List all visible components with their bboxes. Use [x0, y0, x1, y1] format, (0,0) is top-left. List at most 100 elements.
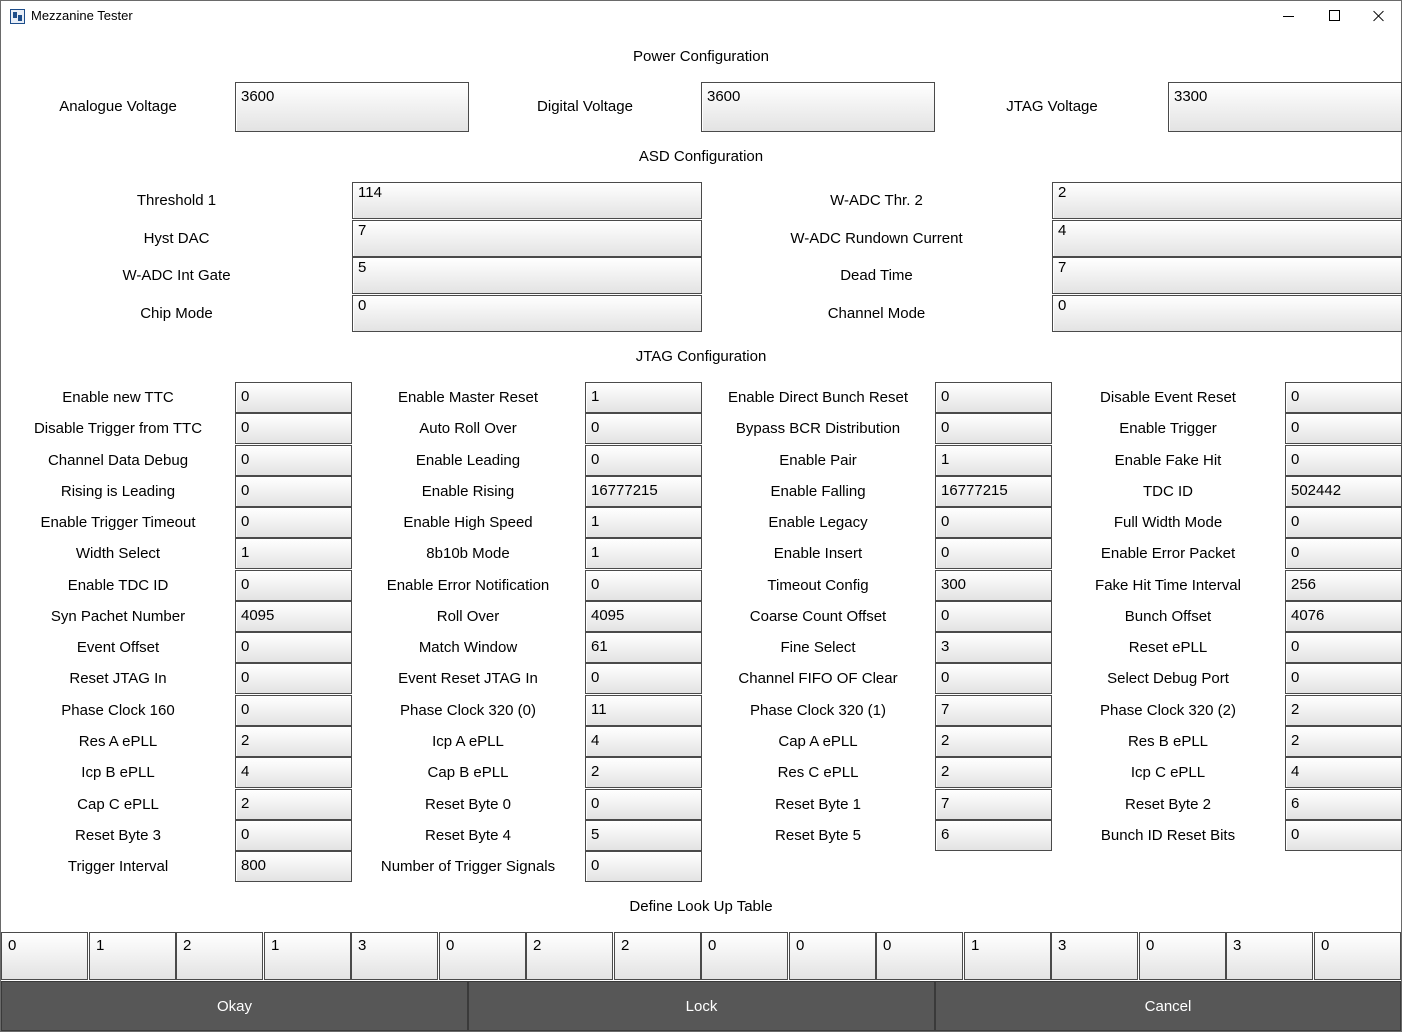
jtag-field[interactable]: 4 — [585, 726, 702, 757]
maximize-icon[interactable] — [1311, 1, 1357, 31]
jtag-field[interactable]: 0 — [1285, 632, 1402, 663]
jtag-field[interactable]: 1 — [585, 538, 702, 569]
jtag-label: Cap B ePLL — [427, 764, 509, 781]
asd-field[interactable]: 2 — [1052, 182, 1402, 219]
jtag-field[interactable]: 0 — [235, 570, 352, 601]
lut-cell[interactable]: 0 — [439, 932, 526, 980]
jtag-field[interactable]: 0 — [235, 413, 352, 444]
jtag-field[interactable]: 502442 — [1285, 476, 1402, 507]
asd-field[interactable]: 5 — [352, 257, 702, 294]
lut-cell[interactable]: 0 — [1314, 932, 1401, 980]
lut-cell[interactable]: 3 — [1226, 932, 1313, 980]
lut-cell[interactable]: 0 — [1, 932, 88, 980]
lut-cell[interactable]: 1 — [264, 932, 351, 980]
asd-field[interactable]: 7 — [1052, 257, 1402, 294]
jtag-field[interactable]: 0 — [235, 663, 352, 694]
jtag-field[interactable]: 0 — [235, 507, 352, 538]
jtag-field[interactable]: 16777215 — [585, 476, 702, 507]
jtag-field[interactable]: 1 — [935, 445, 1052, 476]
jtag-field[interactable]: 0 — [1285, 820, 1402, 851]
jtag-field[interactable]: 3 — [935, 632, 1052, 663]
jtag-field[interactable]: 11 — [585, 695, 702, 726]
jtag-field[interactable]: 0 — [1285, 507, 1402, 538]
jtag-field[interactable]: 0 — [1285, 413, 1402, 444]
jtag-field[interactable]: 0 — [585, 445, 702, 476]
lut-cell[interactable]: 3 — [1051, 932, 1138, 980]
jtag-field[interactable]: 0 — [1285, 663, 1402, 694]
jtag-field[interactable]: 0 — [1285, 445, 1402, 476]
jtag-field[interactable]: 2 — [235, 789, 352, 820]
jtag-field[interactable]: 5 — [585, 820, 702, 851]
asd-field[interactable]: 4 — [1052, 220, 1402, 257]
lut-cell[interactable]: 1 — [89, 932, 176, 980]
jtag-field[interactable]: 1 — [585, 382, 702, 413]
jtag-label: Icp C ePLL — [1130, 764, 1206, 781]
jtag-field[interactable]: 4 — [1285, 757, 1402, 788]
jtag-field[interactable]: 0 — [935, 538, 1052, 569]
digital-voltage-field[interactable]: 3600 — [701, 82, 935, 132]
jtag-field[interactable]: 300 — [935, 570, 1052, 601]
jtag-field[interactable]: 2 — [935, 757, 1052, 788]
asd-field[interactable]: 114 — [352, 182, 702, 219]
jtag-field[interactable]: 2 — [1285, 726, 1402, 757]
lut-cell[interactable]: 2 — [614, 932, 701, 980]
jtag-field[interactable]: 7 — [935, 695, 1052, 726]
jtag-field[interactable]: 0 — [585, 851, 702, 882]
jtag-field[interactable]: 0 — [235, 632, 352, 663]
jtag-field[interactable]: 1 — [585, 507, 702, 538]
jtag-field[interactable]: 0 — [235, 445, 352, 476]
jtag-field[interactable]: 0 — [935, 382, 1052, 413]
title-bar[interactable]: Mezzanine Tester — [1, 1, 1401, 31]
jtag-field[interactable]: 0 — [585, 570, 702, 601]
jtag-label: Disable Event Reset — [1100, 389, 1236, 406]
asd-field[interactable]: 0 — [1052, 295, 1402, 332]
jtag-field[interactable]: 0 — [1285, 382, 1402, 413]
asd-field[interactable]: 7 — [352, 220, 702, 257]
lut-cell[interactable]: 0 — [789, 932, 876, 980]
lut-cell[interactable]: 0 — [1139, 932, 1226, 980]
jtag-field[interactable]: 0 — [235, 476, 352, 507]
jtag-field[interactable]: 16777215 — [935, 476, 1052, 507]
jtag-field[interactable]: 4095 — [585, 601, 702, 632]
jtag-field[interactable]: 6 — [1285, 789, 1402, 820]
okay-button[interactable]: Okay — [1, 981, 468, 1031]
jtag-field[interactable]: 256 — [1285, 570, 1402, 601]
jtag-field[interactable]: 0 — [235, 820, 352, 851]
jtag-field[interactable]: 4 — [235, 757, 352, 788]
jtag-field[interactable]: 0 — [585, 663, 702, 694]
jtag-field[interactable]: 6 — [935, 820, 1052, 851]
asd-field[interactable]: 0 — [352, 295, 702, 332]
lut-cell[interactable]: 1 — [964, 932, 1051, 980]
jtag-field[interactable]: 2 — [1285, 695, 1402, 726]
jtag-field[interactable]: 0 — [1285, 538, 1402, 569]
lut-cell[interactable]: 3 — [351, 932, 438, 980]
jtag-field[interactable]: 2 — [585, 757, 702, 788]
jtag-voltage-label: JTAG Voltage — [1006, 98, 1098, 115]
lut-cell[interactable]: 0 — [876, 932, 963, 980]
jtag-field[interactable]: 4076 — [1285, 601, 1402, 632]
jtag-field[interactable]: 0 — [935, 413, 1052, 444]
close-icon[interactable] — [1356, 1, 1402, 31]
lut-cell[interactable]: 2 — [526, 932, 613, 980]
jtag-field[interactable]: 61 — [585, 632, 702, 663]
jtag-field[interactable]: 0 — [935, 663, 1052, 694]
lock-button[interactable]: Lock — [468, 981, 935, 1031]
jtag-field[interactable]: 0 — [585, 413, 702, 444]
analogue-voltage-field[interactable]: 3600 — [235, 82, 469, 132]
jtag-field[interactable]: 800 — [235, 851, 352, 882]
jtag-field[interactable]: 0 — [235, 695, 352, 726]
jtag-field[interactable]: 0 — [585, 789, 702, 820]
jtag-field[interactable]: 0 — [935, 507, 1052, 538]
jtag-field[interactable]: 7 — [935, 789, 1052, 820]
jtag-field[interactable]: 0 — [935, 601, 1052, 632]
cancel-button[interactable]: Cancel — [935, 981, 1401, 1031]
lut-cell[interactable]: 0 — [701, 932, 788, 980]
jtag-field[interactable]: 1 — [235, 538, 352, 569]
jtag-field[interactable]: 2 — [935, 726, 1052, 757]
jtag-voltage-field[interactable]: 3300 — [1168, 82, 1402, 132]
jtag-field[interactable]: 4095 — [235, 601, 352, 632]
lut-cell[interactable]: 2 — [176, 932, 263, 980]
jtag-field[interactable]: 2 — [235, 726, 352, 757]
minimize-icon[interactable] — [1265, 1, 1311, 31]
jtag-field[interactable]: 0 — [235, 382, 352, 413]
